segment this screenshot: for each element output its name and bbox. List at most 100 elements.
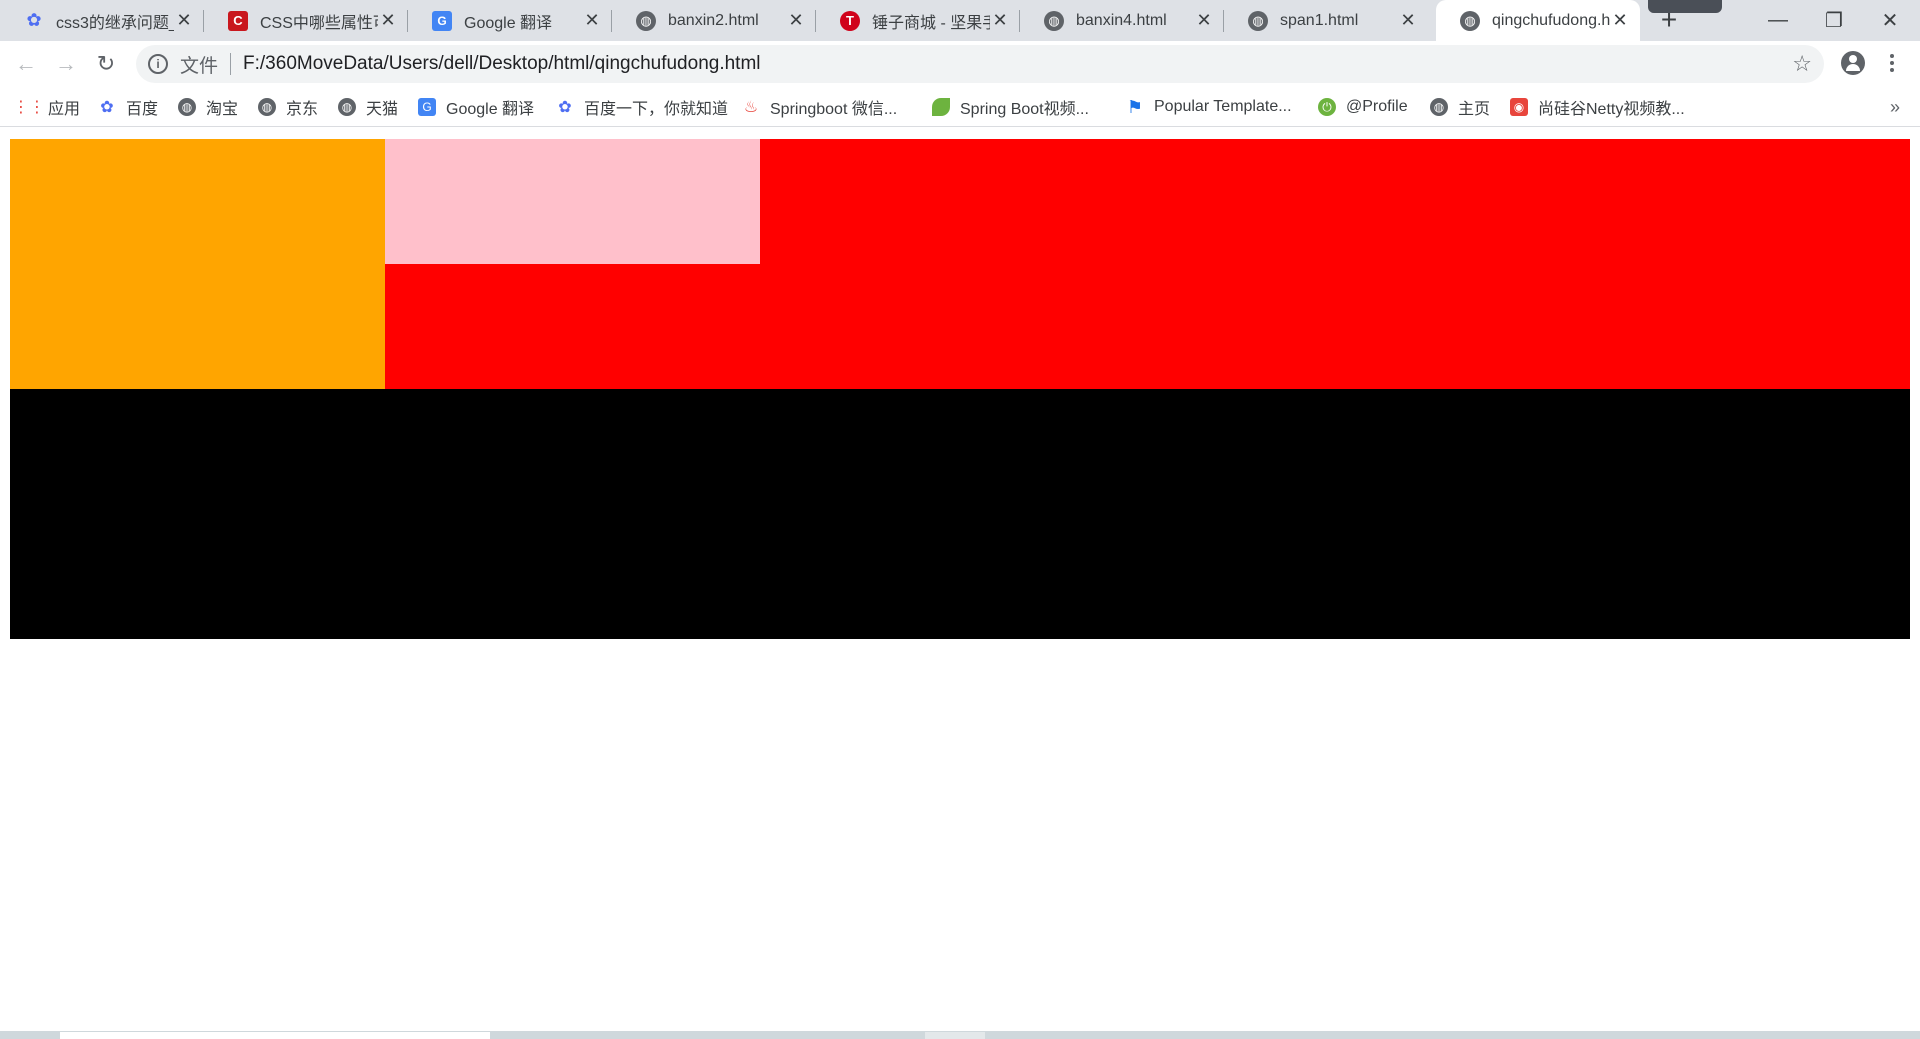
globe-icon: ◍: [1430, 98, 1448, 116]
flag-icon: ⚑: [1126, 96, 1144, 117]
bookmark-google-translate[interactable]: G Google 翻译: [418, 88, 534, 126]
bookmark-label: 百度: [126, 101, 159, 118]
leaf-icon: [932, 98, 950, 116]
black-block: [10, 389, 1910, 639]
tab-1[interactable]: C CSS中哪些属性可以 ✕: [204, 0, 408, 41]
bookmark-springboot-wechat[interactable]: ♨ Springboot 微信...: [742, 88, 897, 126]
close-icon[interactable]: ✕: [582, 10, 602, 31]
bookmarks-overflow-button[interactable]: »: [1890, 88, 1900, 126]
forward-button[interactable]: →: [50, 48, 82, 80]
bookmark-label: 应用: [48, 101, 81, 118]
tab-0[interactable]: ✿ css3的继承问题_百 ✕: [0, 0, 204, 41]
globe-icon: ◍: [178, 98, 196, 116]
close-icon[interactable]: ✕: [378, 10, 398, 31]
bookmark-baidu[interactable]: ✿ 百度: [98, 88, 158, 126]
tab-5[interactable]: ◍ banxin4.html ✕: [1020, 0, 1224, 41]
back-button[interactable]: ←: [10, 48, 42, 80]
bookmark-star-icon[interactable]: ☆: [1792, 51, 1812, 77]
taskbar-item[interactable]: [925, 1032, 985, 1039]
globe-icon: ◍: [1044, 10, 1064, 31]
spring-icon: ⏻: [1318, 98, 1336, 116]
bookmark-springboot-video[interactable]: Spring Boot视频...: [932, 88, 1089, 126]
scheme-label: 文件: [180, 55, 219, 77]
browser-toolbar: ← → ↻ i 文件 F:/360MoveData/Users/dell/Des…: [0, 41, 1920, 88]
bookmark-label: Popular Template...: [1154, 98, 1292, 115]
bookmark-jd[interactable]: ◍ 京东: [258, 88, 318, 126]
google-translate-icon: G: [418, 98, 436, 116]
screen-capture-widget[interactable]: [1648, 0, 1722, 13]
flame-icon: ♨: [743, 99, 759, 116]
taskbar-edge: [0, 1031, 1920, 1039]
bookmark-label: 百度一下，你就知道: [584, 101, 729, 118]
baidu-paw-icon: ✿: [100, 99, 114, 116]
google-translate-icon: G: [432, 10, 452, 31]
globe-icon: ◍: [1248, 10, 1268, 31]
account-icon: [1841, 51, 1865, 75]
bookmark-label: 天猫: [366, 101, 399, 118]
bookmark-label: 主页: [1458, 101, 1491, 118]
menu-dot: [1890, 61, 1894, 65]
close-icon[interactable]: ✕: [990, 10, 1010, 31]
info-icon[interactable]: i: [148, 54, 168, 74]
minimize-button[interactable]: —: [1750, 0, 1806, 41]
bookmark-label: Spring Boot视频...: [960, 101, 1089, 118]
url-text[interactable]: F:/360MoveData/Users/dell/Desktop/html/q…: [243, 53, 760, 75]
tab-4[interactable]: T 锤子商城 - 坚果手 ✕: [816, 0, 1020, 41]
reload-button[interactable]: ↻: [90, 48, 122, 80]
tab-title: Google 翻译: [464, 14, 553, 32]
close-icon[interactable]: ✕: [1610, 10, 1630, 31]
taskbar-window[interactable]: [60, 1032, 490, 1039]
bookmark-netty[interactable]: ◉ 尚硅谷Netty视频教...: [1510, 88, 1685, 126]
tab-strip: ✿ css3的继承问题_百 ✕ C CSS中哪些属性可以 ✕ G Google …: [0, 0, 1920, 41]
bookmark-taobao[interactable]: ◍ 淘宝: [178, 88, 238, 126]
bookmark-home[interactable]: ◍ 主页: [1430, 88, 1490, 126]
menu-dot: [1890, 54, 1894, 58]
tab-title: css3的继承问题_百: [56, 14, 174, 32]
tab-3[interactable]: ◍ banxin2.html ✕: [612, 0, 816, 41]
bookmark-tmall[interactable]: ◍ 天猫: [338, 88, 398, 126]
tiger-icon: ◉: [1510, 98, 1528, 116]
smartisan-t-icon: T: [840, 10, 860, 31]
pink-float-box: [385, 139, 760, 264]
globe-icon: ◍: [338, 98, 356, 116]
close-window-button[interactable]: ✕: [1862, 0, 1918, 41]
menu-dot: [1890, 68, 1894, 72]
address-bar[interactable]: i 文件 F:/360MoveData/Users/dell/Desktop/h…: [136, 45, 1824, 83]
baidu-paw-icon: ✿: [558, 99, 572, 116]
csdn-c-icon: C: [228, 10, 248, 31]
apps-grid-icon: ⋮⋮: [13, 99, 45, 116]
bookmark-label: Springboot 微信...: [770, 101, 898, 118]
restore-button[interactable]: ❐: [1806, 0, 1862, 41]
bookmark-label: 京东: [286, 101, 319, 118]
close-icon[interactable]: ✕: [786, 10, 806, 31]
tab-6[interactable]: ◍ span1.html ✕: [1224, 0, 1428, 41]
bookmark-label: @Profile: [1346, 98, 1408, 115]
orange-float-box: [10, 139, 385, 389]
page-viewport: [0, 127, 1920, 1031]
bookmark-label: 尚硅谷Netty视频教...: [1538, 101, 1685, 118]
bookmark-baidu-search[interactable]: ✿ 百度一下，你就知道: [556, 88, 728, 126]
bookmark-apps[interactable]: ⋮⋮ 应用: [13, 88, 81, 126]
divider: [230, 53, 232, 75]
globe-icon: ◍: [636, 10, 656, 31]
close-icon[interactable]: ✕: [1194, 10, 1214, 31]
tab-title: span1.html: [1280, 11, 1359, 29]
menu-button[interactable]: [1880, 48, 1904, 78]
bookmark-label: Google 翻译: [446, 101, 535, 118]
bookmarks-bar: ⋮⋮ 应用 ✿ 百度 ◍ 淘宝 ◍ 京东 ◍ 天猫 G Google 翻译 ✿ …: [0, 88, 1920, 127]
close-icon[interactable]: ✕: [1398, 10, 1418, 31]
baidu-paw-icon: ✿: [26, 10, 42, 30]
tab-title: banxin2.html: [668, 11, 759, 29]
tab-title: banxin4.html: [1076, 11, 1167, 29]
tab-title: qingchufudong.html: [1492, 11, 1610, 29]
profile-button[interactable]: [1838, 48, 1868, 78]
tab-2[interactable]: G Google 翻译 ✕: [408, 0, 612, 41]
bookmark-profile[interactable]: ⏻ @Profile: [1318, 88, 1408, 126]
bookmark-label: 淘宝: [206, 101, 239, 118]
tab-7-active[interactable]: ◍ qingchufudong.html ✕: [1436, 0, 1640, 41]
globe-icon: ◍: [258, 98, 276, 116]
globe-icon: ◍: [1460, 10, 1480, 31]
bookmark-popular-template[interactable]: ⚑ Popular Template...: [1126, 88, 1292, 126]
tab-title: CSS中哪些属性可以: [260, 14, 378, 32]
close-icon[interactable]: ✕: [174, 10, 194, 31]
